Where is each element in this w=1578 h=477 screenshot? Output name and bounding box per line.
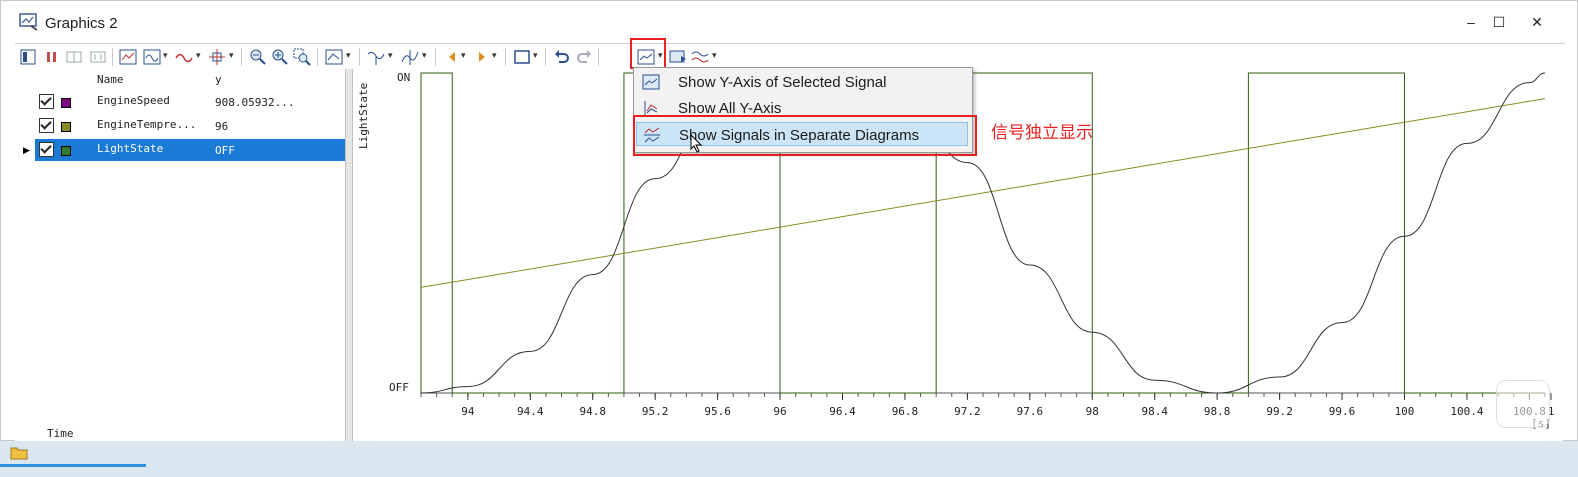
chevron-down-icon[interactable]: ▾ — [388, 50, 393, 61]
x-tick-label: 96.4 — [829, 405, 856, 418]
signal-list-panel: Name y EngineSpeed 908.05932... EngineTe… — [15, 69, 355, 441]
chevron-down-icon[interactable]: ▾ — [163, 50, 168, 61]
x-tick-label: 97.6 — [1017, 405, 1043, 418]
x-tick-label: 94.8 — [579, 405, 606, 418]
visibility-checkbox[interactable] — [39, 94, 54, 109]
title-bar: Graphics 2 – ☐ ✕ — [1, 1, 1577, 41]
x-tick-label: 98 — [1086, 405, 1099, 418]
window-title: Graphics 2 — [45, 15, 118, 32]
chevron-down-icon[interactable]: ▾ — [461, 50, 466, 61]
pause-icon[interactable] — [43, 48, 61, 66]
color-swatch[interactable] — [61, 98, 71, 108]
x-tick-label: 99.2 — [1266, 405, 1293, 418]
cursor-icon[interactable] — [208, 48, 226, 66]
redo-icon[interactable] — [575, 48, 593, 66]
signal-row-lightstate[interactable]: LightState OFF — [35, 139, 355, 161]
signal-list-icon[interactable] — [19, 48, 37, 66]
folder-icon[interactable] — [10, 446, 28, 460]
y-axis-label: LightState — [357, 83, 370, 149]
x-tick-label: 95.6 — [704, 405, 731, 418]
previous-icon[interactable] — [443, 48, 461, 66]
chevron-down-icon[interactable]: ▾ — [492, 50, 497, 61]
signal-value: OFF — [215, 144, 235, 157]
toolbar-highlight-box — [630, 38, 666, 69]
maximize-button[interactable]: ☐ — [1487, 11, 1511, 33]
y-column-header[interactable]: y — [215, 73, 222, 86]
fit-vertical-icon[interactable] — [89, 48, 107, 66]
chevron-down-icon[interactable]: ▾ — [533, 50, 538, 61]
close-button[interactable]: ✕ — [1525, 11, 1549, 33]
x-tick-label: 99.6 — [1329, 405, 1356, 418]
signal-value: 96 — [215, 120, 229, 133]
signal-row-enginetempre[interactable]: EngineTempre... 96 — [35, 115, 355, 137]
series-line — [420, 72, 1546, 394]
x-tick-label: 96.8 — [892, 405, 919, 418]
series-line — [420, 72, 1545, 394]
signal-value: 908.05932... — [215, 96, 295, 109]
chevron-down-icon[interactable]: ▾ — [422, 50, 427, 61]
y-axis-selected-icon — [642, 74, 660, 90]
undo-icon[interactable] — [553, 48, 571, 66]
wave-chart-icon[interactable] — [143, 48, 161, 66]
visibility-checkbox[interactable] — [39, 142, 54, 157]
signal-settings-icon[interactable] — [691, 48, 709, 66]
fit-horizontal-icon[interactable] — [65, 48, 83, 66]
bottom-status-bar — [0, 441, 1578, 477]
x-tick-label: 98.8 — [1204, 405, 1231, 418]
chevron-down-icon[interactable]: ▾ — [229, 50, 234, 61]
next-icon[interactable] — [473, 48, 491, 66]
y-tick-label: OFF — [389, 381, 409, 394]
measure-icon[interactable] — [367, 48, 385, 66]
color-swatch[interactable] — [61, 146, 71, 156]
x-tick-label: 100 — [1395, 405, 1415, 418]
y-tick-label: ON — [397, 71, 410, 84]
chevron-down-icon[interactable]: ▾ — [712, 50, 717, 61]
axis-chart-icon[interactable] — [325, 48, 343, 66]
chart-icon[interactable] — [119, 48, 137, 66]
time-label: Time — [47, 427, 74, 440]
zoom-in-icon[interactable] — [271, 48, 289, 66]
signal-name: LightState — [97, 142, 164, 155]
x-tick-label: 98.4 — [1141, 405, 1168, 418]
video-watermark — [1496, 380, 1550, 428]
progress-bar — [0, 464, 146, 467]
marker-icon[interactable] — [401, 48, 419, 66]
x-tick-label: 100.4 — [1450, 405, 1483, 418]
signal-row-enginespeed[interactable]: EngineSpeed 908.05932... — [35, 91, 355, 113]
graphics-window: Graphics 2 – ☐ ✕ ▾ ▾ ▾ ▾ ▾ ▾ ▾ ▾ ▾ ▾ ▾ N… — [0, 0, 1578, 441]
row-pointer-icon: ▶ — [23, 145, 30, 155]
signal-name: EngineSpeed — [97, 94, 170, 107]
x-tick-label: 94.4 — [517, 405, 544, 418]
signal-name: EngineTempre... — [97, 118, 197, 131]
color-swatch[interactable] — [61, 122, 71, 132]
graphics-toolbar: ▾ ▾ ▾ ▾ ▾ ▾ ▾ ▾ ▾ ▾ ▾ — [15, 43, 1565, 70]
x-tick-label: 95.2 — [642, 405, 669, 418]
signal-wave-icon[interactable] — [175, 48, 193, 66]
menu-item-show-y-axis-selected[interactable]: Show Y-Axis of Selected Signal — [636, 70, 968, 94]
export-icon[interactable] — [669, 48, 687, 66]
menu-item-label: Show Y-Axis of Selected Signal — [678, 74, 887, 91]
x-tick-label: 94 — [461, 405, 475, 418]
visibility-checkbox[interactable] — [39, 118, 54, 133]
zoom-area-icon[interactable] — [293, 48, 311, 66]
chevron-down-icon[interactable]: ▾ — [196, 50, 201, 61]
zoom-out-icon[interactable] — [249, 48, 267, 66]
graphics-window-icon — [19, 13, 38, 31]
name-column-header[interactable]: Name — [97, 73, 124, 86]
panel-splitter[interactable] — [345, 69, 353, 441]
menu-highlight-box — [633, 115, 977, 156]
chevron-down-icon[interactable]: ▾ — [346, 50, 351, 61]
minimize-button[interactable]: – — [1459, 11, 1483, 33]
annotation-text: 信号独立显示 — [991, 123, 1093, 143]
series-line — [420, 98, 1546, 288]
x-tick-label: 97.2 — [954, 405, 981, 418]
window-layout-icon[interactable] — [513, 48, 531, 66]
x-tick-label: 96 — [773, 405, 786, 418]
